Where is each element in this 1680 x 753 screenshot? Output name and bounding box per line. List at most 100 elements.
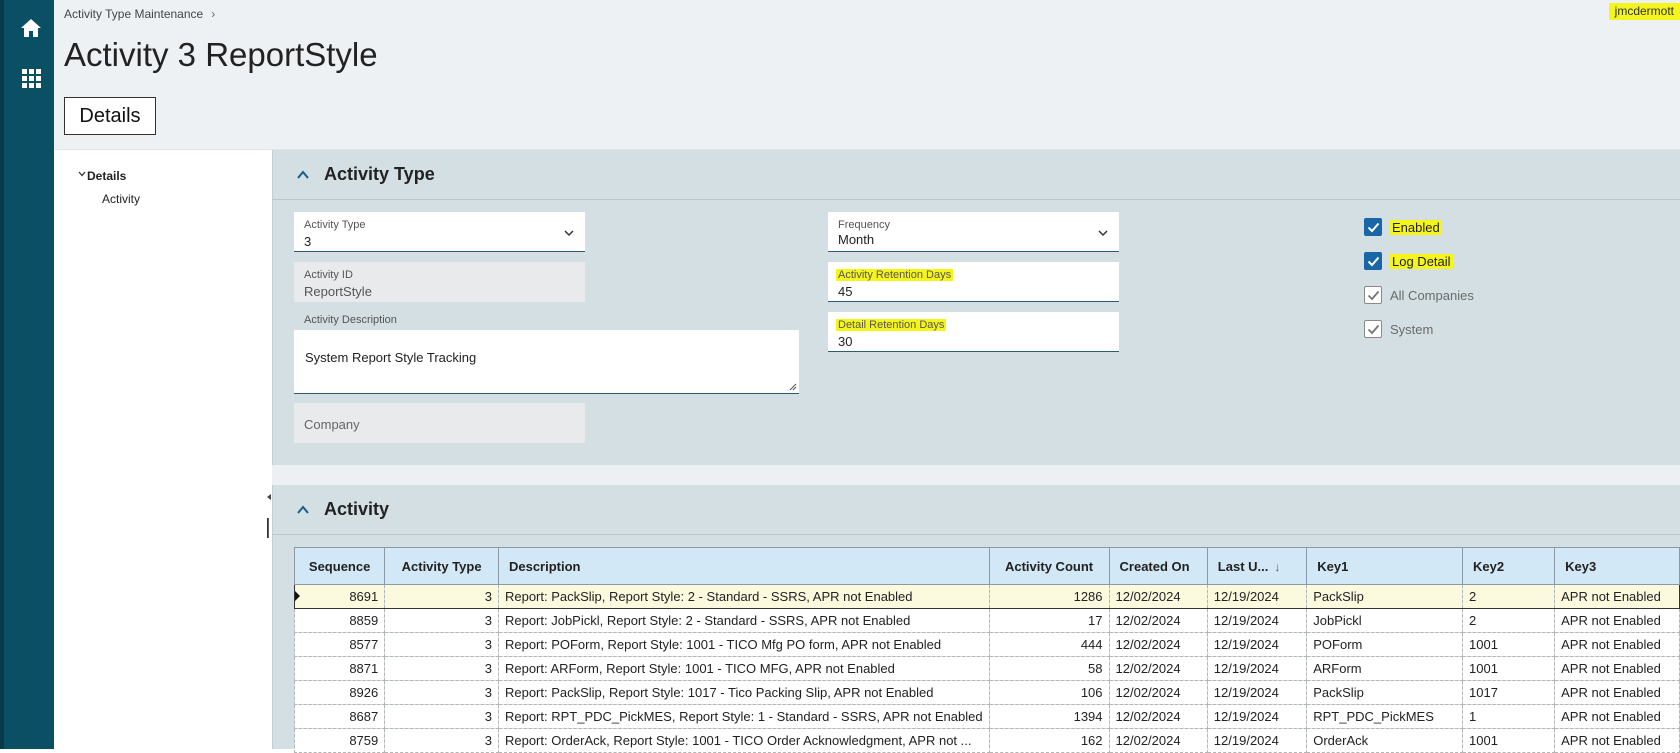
cell-activity-count[interactable]: 17: [988, 608, 1110, 633]
breadcrumb-item[interactable]: Activity Type Maintenance: [64, 7, 203, 21]
cell-created-on[interactable]: 12/02/2024: [1108, 704, 1208, 729]
apps-grid-icon[interactable]: [19, 66, 43, 90]
chevron-down-icon[interactable]: [563, 228, 575, 238]
chevron-up-icon[interactable]: [295, 503, 311, 517]
cell-last-updated[interactable]: 12/19/2024: [1206, 608, 1308, 633]
chevron-down-icon[interactable]: [1097, 228, 1109, 238]
cell-last-updated[interactable]: 12/19/2024: [1206, 656, 1308, 681]
cell-key1[interactable]: PackSlip: [1306, 584, 1464, 609]
cell-activity-type[interactable]: 3: [384, 704, 499, 729]
cell-key3[interactable]: APR not Enabled: [1554, 704, 1680, 729]
cell-activity-count[interactable]: 1394: [988, 704, 1110, 729]
cell-activity-type[interactable]: 3: [384, 680, 499, 705]
sort-descending-icon[interactable]: ↓: [1274, 560, 1280, 574]
column-header-activity-type[interactable]: Activity Type: [384, 547, 499, 585]
cell-description[interactable]: Report: JobPickl, Report Style: 2 - Stan…: [497, 608, 990, 633]
cell-last-updated[interactable]: 12/19/2024: [1206, 632, 1308, 657]
tree-collapse-icon[interactable]: [78, 171, 86, 177]
cell-sequence[interactable]: 8687: [293, 704, 386, 729]
cell-description[interactable]: Report: ARForm, Report Style: 1001 - TIC…: [497, 656, 990, 681]
chevron-up-icon[interactable]: [295, 168, 311, 182]
cell-description[interactable]: Report: PackSlip, Report Style: 2 - Stan…: [497, 584, 990, 609]
column-header-last-updated[interactable]: Last U... ↓: [1206, 547, 1308, 585]
cell-text: 1017: [1469, 685, 1498, 700]
activity-description-input[interactable]: System Report Style Tracking: [294, 330, 799, 394]
cell-key2[interactable]: 1001: [1462, 656, 1556, 681]
cell-key1[interactable]: JobPickl: [1306, 608, 1464, 633]
cell-activity-count[interactable]: 444: [988, 632, 1110, 657]
cell-activity-type[interactable]: 3: [384, 632, 499, 657]
cell-created-on[interactable]: 12/02/2024: [1108, 632, 1208, 657]
cell-activity-count[interactable]: 58: [988, 656, 1110, 681]
cell-activity-type[interactable]: 3: [384, 584, 499, 609]
cell-activity-count[interactable]: 106: [988, 680, 1110, 705]
checkbox-checked-disabled-icon: [1364, 286, 1382, 304]
cell-text: Report: RPT_PDC_PickMES, Report Style: 1…: [504, 709, 983, 724]
cell-activity-type[interactable]: 3: [384, 656, 499, 681]
cell-sequence[interactable]: 8926: [293, 680, 386, 705]
log-detail-checkbox[interactable]: Log Detail: [1364, 252, 1453, 270]
company-label: Company: [304, 417, 360, 432]
frequency-dropdown[interactable]: Frequency Month: [828, 212, 1119, 252]
details-button[interactable]: Details: [64, 97, 156, 135]
checkbox-checked-icon[interactable]: [1364, 218, 1382, 236]
cell-last-updated[interactable]: 12/19/2024: [1206, 680, 1308, 705]
activity-section-header: Activity: [273, 485, 1680, 535]
cell-sequence[interactable]: 8577: [293, 632, 386, 657]
cell-description[interactable]: Report: PackSlip, Report Style: 1017 - T…: [497, 680, 990, 705]
cell-key2[interactable]: 2: [1462, 584, 1556, 609]
cell-key3[interactable]: APR not Enabled: [1554, 608, 1680, 633]
cell-key2[interactable]: 1: [1462, 704, 1556, 729]
cell-key1[interactable]: RPT_PDC_PickMES: [1306, 704, 1464, 729]
table-row[interactable]: 8926 3 Report: PackSlip, Report Style: 101…: [293, 680, 1680, 705]
cell-key3[interactable]: APR not Enabled: [1554, 680, 1680, 705]
table-row[interactable]: 8687 3 Report: RPT_PDC_PickMES, Report Sty…: [293, 704, 1680, 729]
column-header-activity-count[interactable]: Activity Count: [988, 547, 1110, 585]
cell-description[interactable]: Report: RPT_PDC_PickMES, Report Style: 1…: [497, 704, 990, 729]
cell-last-updated[interactable]: 12/19/2024: [1206, 704, 1308, 729]
table-row[interactable]: 8577 3 Report: POForm, Report Style: 1001 …: [293, 632, 1680, 657]
cell-key1[interactable]: POForm: [1306, 632, 1464, 657]
tree-node-activity[interactable]: Activity: [102, 192, 140, 206]
cell-key3[interactable]: APR not Enabled: [1554, 632, 1680, 657]
cell-key2[interactable]: 1017: [1462, 680, 1556, 705]
column-header-key3[interactable]: Key3: [1554, 547, 1680, 585]
cell-sequence[interactable]: 8871: [293, 656, 386, 681]
cell-key1[interactable]: ARForm: [1306, 656, 1464, 681]
table-row[interactable]: 8691 3 Report: PackSlip, Report Style: 2 -…: [293, 584, 1680, 609]
tree-node-details[interactable]: Details: [87, 169, 126, 183]
resize-grip-icon[interactable]: [788, 382, 797, 391]
cell-key3[interactable]: APR not Enabled: [1554, 584, 1680, 609]
cell-key1[interactable]: PackSlip: [1306, 680, 1464, 705]
enabled-checkbox[interactable]: Enabled: [1364, 218, 1442, 236]
cell-key3[interactable]: APR not Enabled: [1554, 656, 1680, 681]
home-icon[interactable]: [19, 16, 43, 40]
cell-sequence[interactable]: 8691: [293, 584, 386, 609]
activity-retention-days-field[interactable]: Activity Retention Days 45: [828, 262, 1119, 302]
cell-key2[interactable]: 1001: [1462, 632, 1556, 657]
column-header-key1[interactable]: Key1: [1306, 547, 1464, 585]
cell-key2[interactable]: 2: [1462, 608, 1556, 633]
cell-description[interactable]: Report: POForm, Report Style: 1001 - TIC…: [497, 632, 990, 657]
column-header-created-on[interactable]: Created On: [1108, 547, 1208, 585]
detail-retention-days-field[interactable]: Detail Retention Days 30: [828, 312, 1119, 352]
activity-type-dropdown[interactable]: Activity Type 3: [294, 212, 585, 252]
cell-last-updated[interactable]: 12/19/2024: [1206, 584, 1308, 609]
table-row[interactable]: 8859 3 Report: JobPickl, Report Style: 2 -…: [293, 608, 1680, 633]
checkbox-checked-icon[interactable]: [1364, 252, 1382, 270]
cell-text: 12/19/2024: [1213, 637, 1279, 652]
section-title: Activity Type: [324, 164, 435, 184]
table-row[interactable]: 8871 3 Report: ARForm, Report Style: 1001 …: [293, 656, 1680, 681]
cell-created-on[interactable]: 12/02/2024: [1108, 656, 1208, 681]
cell-created-on[interactable]: 12/02/2024: [1108, 584, 1208, 609]
cell-activity-count[interactable]: 1286: [988, 584, 1110, 609]
column-header-key2[interactable]: Key2: [1462, 547, 1556, 585]
cell-created-on[interactable]: 12/02/2024: [1108, 608, 1208, 633]
cell-created-on[interactable]: 12/02/2024: [1108, 680, 1208, 705]
user-name[interactable]: jmcdermott: [1608, 3, 1680, 20]
company-field[interactable]: Company: [294, 403, 585, 443]
cell-activity-type[interactable]: 3: [384, 608, 499, 633]
column-header-description[interactable]: Description: [497, 547, 990, 585]
column-header-sequence[interactable]: Sequence: [293, 547, 386, 585]
cell-sequence[interactable]: 8859: [293, 608, 386, 633]
